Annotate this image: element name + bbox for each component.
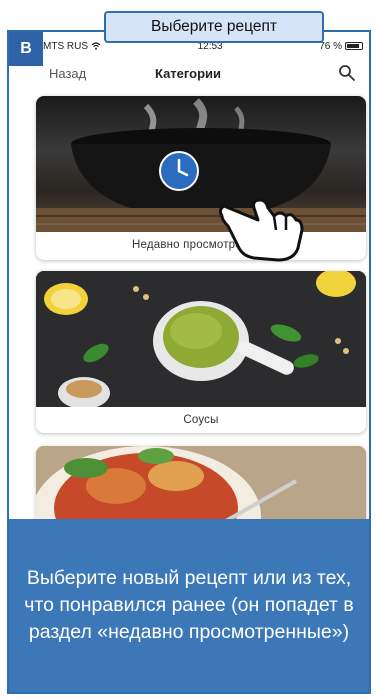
instruction-box: Выберите новый рецепт или из тех, что по… — [9, 519, 369, 692]
wifi-icon — [91, 42, 101, 50]
battery-icon — [344, 42, 363, 50]
tooltip-label: Выберите рецепт — [104, 11, 324, 43]
step-badge: B — [9, 32, 43, 66]
search-icon[interactable] — [337, 63, 357, 83]
category-card-sauces[interactable]: Соусы — [36, 271, 366, 433]
nav-bar: Назад Категории — [9, 58, 367, 88]
page-title: Категории — [154, 66, 222, 81]
instruction-text: Выберите новый рецепт или из тех, что по… — [24, 567, 354, 643]
pointer-hand-icon — [218, 198, 304, 262]
category-image-recent — [36, 96, 366, 232]
category-image-sauces — [36, 271, 366, 407]
category-card-dish[interactable] — [36, 446, 366, 526]
step-badge-letter: B — [20, 40, 32, 57]
category-label-sauces: Соусы — [183, 414, 219, 426]
tooltip-text: Выберите рецепт — [151, 18, 277, 35]
battery-percent: 76 % — [319, 40, 342, 52]
category-image-dish — [36, 446, 366, 526]
category-label-recent: Недавно просмотренные — [131, 239, 271, 251]
category-card-recent[interactable]: Недавно просмотренные — [36, 96, 366, 260]
carrier-label: MTS RUS — [43, 40, 88, 52]
clock-icon — [159, 151, 199, 191]
